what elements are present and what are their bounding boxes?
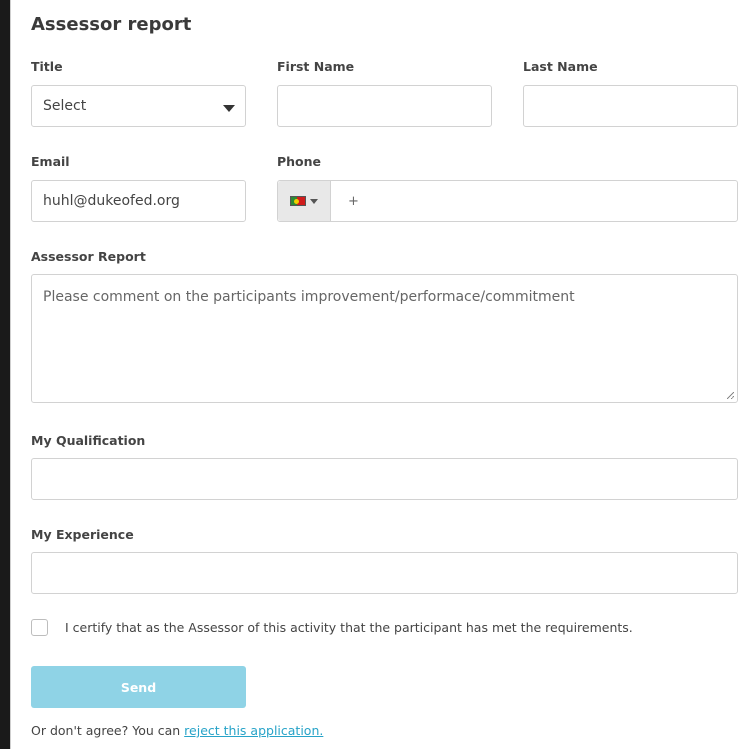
email-value: huhl@dukeofed.org (43, 193, 180, 209)
reject-application-link[interactable]: reject this application. (184, 723, 323, 738)
assessor-report-label: Assessor Report (31, 249, 146, 264)
assessor-report-textarea[interactable]: Please comment on the participants impro… (31, 274, 738, 403)
resize-handle-icon[interactable] (727, 392, 734, 399)
experience-input[interactable] (31, 552, 738, 594)
certify-label: I certify that as the Assessor of this a… (65, 620, 633, 635)
qualification-input[interactable] (31, 458, 738, 500)
portugal-flag-icon (290, 196, 306, 206)
assessor-report-placeholder: Please comment on the participants impro… (43, 289, 575, 305)
send-button[interactable]: Send (31, 666, 246, 708)
chevron-down-icon (223, 105, 235, 112)
reject-prompt: Or don't agree? You can reject this appl… (31, 723, 323, 738)
certify-checkbox[interactable] (31, 619, 48, 636)
title-select[interactable]: Select (31, 85, 246, 127)
first-name-input[interactable] (277, 85, 492, 127)
phone-value: + (348, 193, 359, 209)
last-name-label: Last Name (523, 59, 598, 74)
title-select-value: Select (43, 98, 87, 114)
qualification-label: My Qualification (31, 433, 146, 448)
phone-label: Phone (277, 154, 322, 169)
caret-down-icon (310, 198, 318, 204)
phone-input[interactable]: + (277, 180, 738, 222)
last-name-input[interactable] (523, 85, 738, 127)
page-title: Assessor report (31, 14, 192, 35)
assessor-report-form: Assessor report Title First Name Last Na… (10, 0, 752, 749)
first-name-label: First Name (277, 59, 355, 74)
email-label: Email (31, 154, 70, 169)
email-input[interactable]: huhl@dukeofed.org (31, 180, 246, 222)
experience-label: My Experience (31, 527, 134, 542)
country-code-dropdown[interactable] (278, 181, 331, 221)
reject-prompt-text: Or don't agree? You can (31, 723, 185, 738)
title-label: Title (31, 59, 63, 74)
